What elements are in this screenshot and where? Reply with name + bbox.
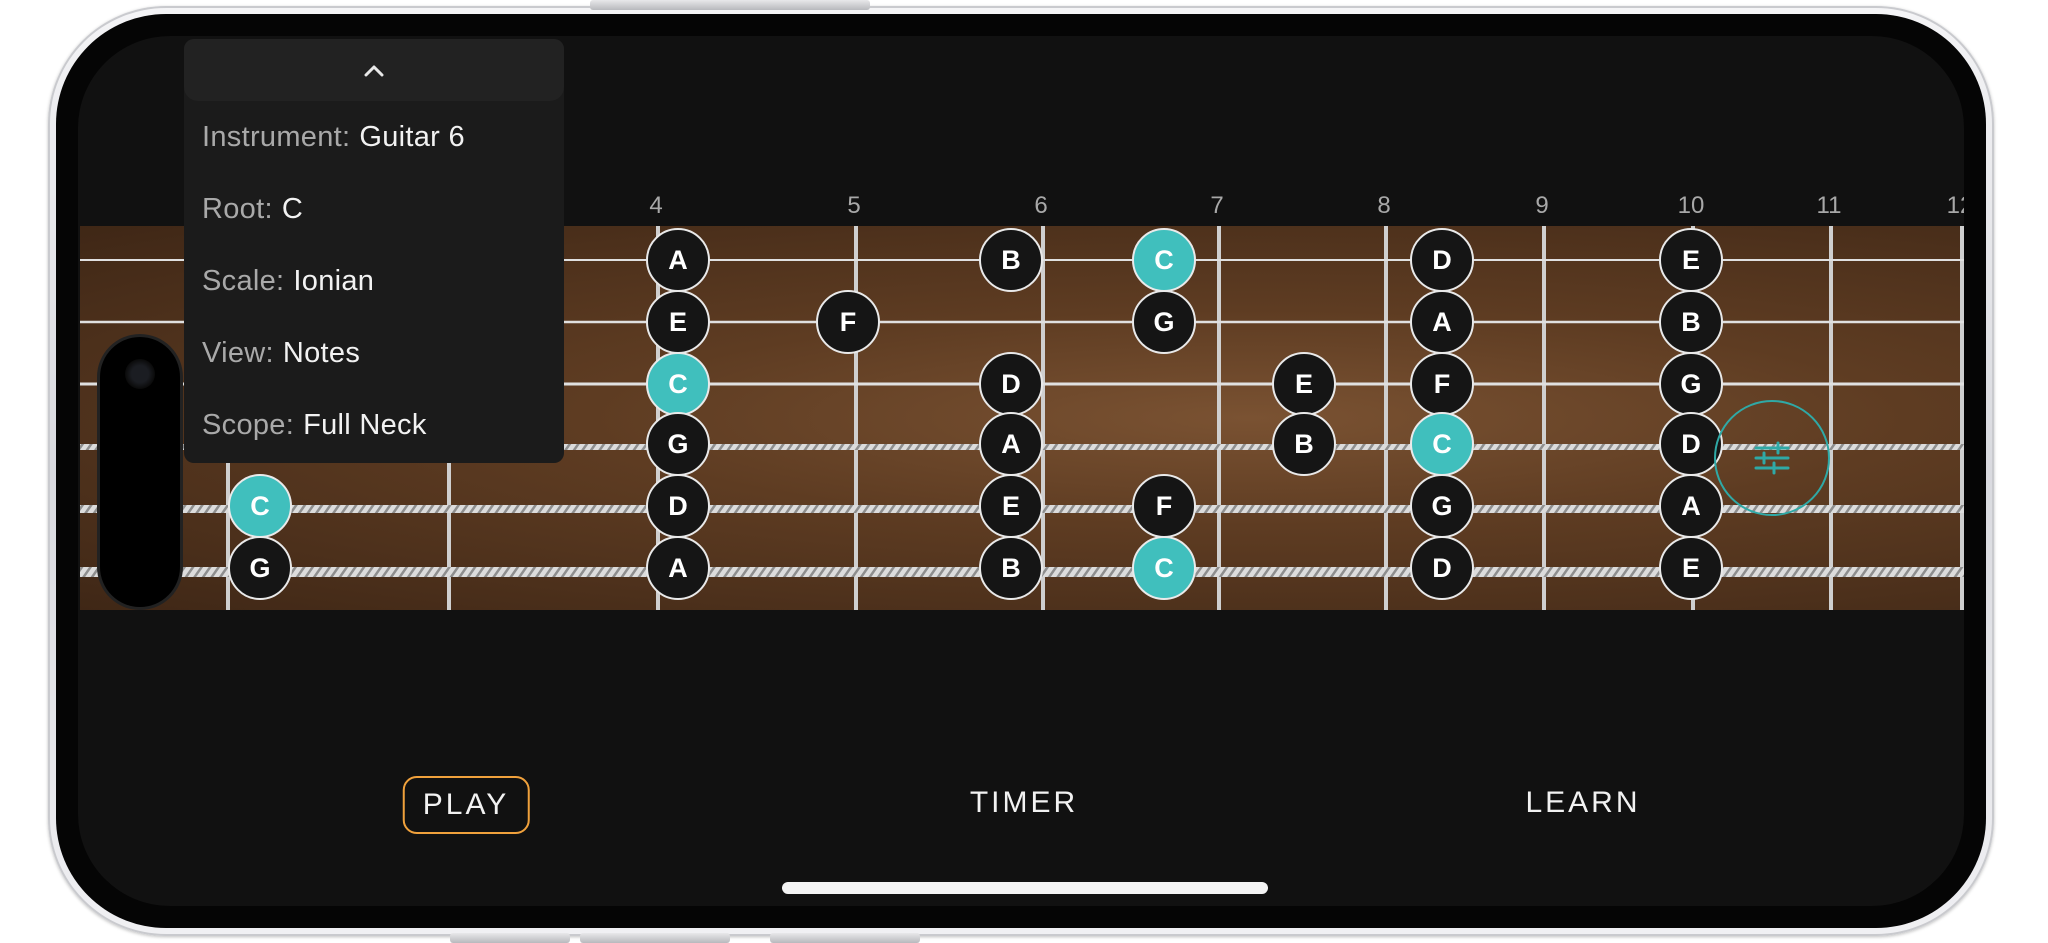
note-marker[interactable]: A — [1410, 290, 1474, 354]
note-marker[interactable]: F — [1132, 474, 1196, 538]
sliders-icon — [1754, 441, 1790, 475]
camera-lens — [125, 359, 155, 389]
side-button — [580, 933, 730, 943]
fret-number-11: 11 — [1816, 192, 1842, 219]
setting-scope-value: Full Neck — [303, 408, 427, 441]
note-marker[interactable]: A — [1659, 474, 1723, 538]
note-marker[interactable]: E — [1659, 536, 1723, 600]
note-marker[interactable]: D — [979, 352, 1043, 416]
fret-number-4: 4 — [649, 192, 663, 219]
note-marker[interactable]: E — [1659, 228, 1723, 292]
setting-scale[interactable]: Scale: Ionian — [184, 245, 564, 317]
note-marker[interactable]: E — [646, 290, 710, 354]
setting-view[interactable]: View: Notes — [184, 317, 564, 389]
note-marker[interactable]: D — [1410, 536, 1474, 600]
fret-number-8: 8 — [1377, 192, 1391, 219]
bottom-nav: PLAY TIMER LEARN — [78, 776, 1964, 836]
setting-scale-value: Ionian — [293, 264, 375, 297]
setting-scope[interactable]: Scope: Full Neck — [184, 389, 564, 461]
side-button — [450, 933, 570, 943]
chevron-up-icon — [364, 65, 384, 77]
fret-number-6: 6 — [1034, 192, 1048, 219]
side-button — [770, 933, 920, 943]
tab-play[interactable]: PLAY — [402, 776, 530, 834]
settings-panel: Instrument: Guitar 6 Root: C Scale: Ioni… — [184, 39, 564, 463]
note-marker[interactable]: E — [979, 474, 1043, 538]
fret-number-9: 9 — [1535, 192, 1549, 219]
setting-scale-label: Scale: — [202, 264, 285, 297]
fret-number-5: 5 — [847, 192, 861, 219]
fret-number-10: 10 — [1677, 192, 1705, 219]
note-marker[interactable]: D — [646, 474, 710, 538]
home-indicator[interactable] — [782, 882, 1268, 894]
note-marker[interactable]: G — [1410, 474, 1474, 538]
filter-button[interactable] — [1714, 400, 1830, 516]
note-marker[interactable]: D — [1410, 228, 1474, 292]
note-marker[interactable]: G — [228, 536, 292, 600]
note-marker[interactable]: G — [646, 412, 710, 476]
fret-number-7: 7 — [1210, 192, 1224, 219]
note-marker[interactable]: F — [816, 290, 880, 354]
tab-timer[interactable]: TIMER — [952, 776, 1096, 830]
setting-view-value: Notes — [282, 336, 361, 369]
note-marker[interactable]: A — [979, 412, 1043, 476]
root-note-marker[interactable]: C — [1132, 228, 1196, 292]
setting-instrument-label: Instrument: — [202, 120, 351, 153]
root-note-marker[interactable]: C — [1410, 412, 1474, 476]
note-marker[interactable]: B — [979, 536, 1043, 600]
app-screen: 4 5 6 7 8 9 10 11 12 — [78, 36, 1964, 906]
note-marker[interactable]: A — [646, 228, 710, 292]
fret-number-12: 12 — [1946, 192, 1964, 219]
note-marker[interactable]: G — [1659, 352, 1723, 416]
side-button — [590, 0, 870, 10]
setting-root-label: Root: — [202, 192, 273, 225]
setting-view-label: View: — [202, 336, 274, 369]
root-note-marker[interactable]: C — [228, 474, 292, 538]
setting-root[interactable]: Root: C — [184, 173, 564, 245]
setting-instrument[interactable]: Instrument: Guitar 6 — [184, 101, 564, 173]
setting-scope-label: Scope: — [202, 408, 295, 441]
root-note-marker[interactable]: C — [646, 352, 710, 416]
camera-cutout — [100, 337, 180, 607]
tab-learn[interactable]: LEARN — [1507, 776, 1658, 830]
note-marker[interactable]: B — [979, 228, 1043, 292]
note-marker[interactable]: D — [1659, 412, 1723, 476]
note-marker[interactable]: F — [1410, 352, 1474, 416]
note-marker[interactable]: B — [1659, 290, 1723, 354]
note-marker[interactable]: E — [1272, 352, 1336, 416]
root-note-marker[interactable]: C — [1132, 536, 1196, 600]
settings-collapse-button[interactable] — [184, 39, 564, 101]
note-marker[interactable]: G — [1132, 290, 1196, 354]
setting-root-value: C — [281, 192, 304, 225]
note-marker[interactable]: A — [646, 536, 710, 600]
setting-instrument-value: Guitar 6 — [359, 120, 465, 153]
note-marker[interactable]: B — [1272, 412, 1336, 476]
